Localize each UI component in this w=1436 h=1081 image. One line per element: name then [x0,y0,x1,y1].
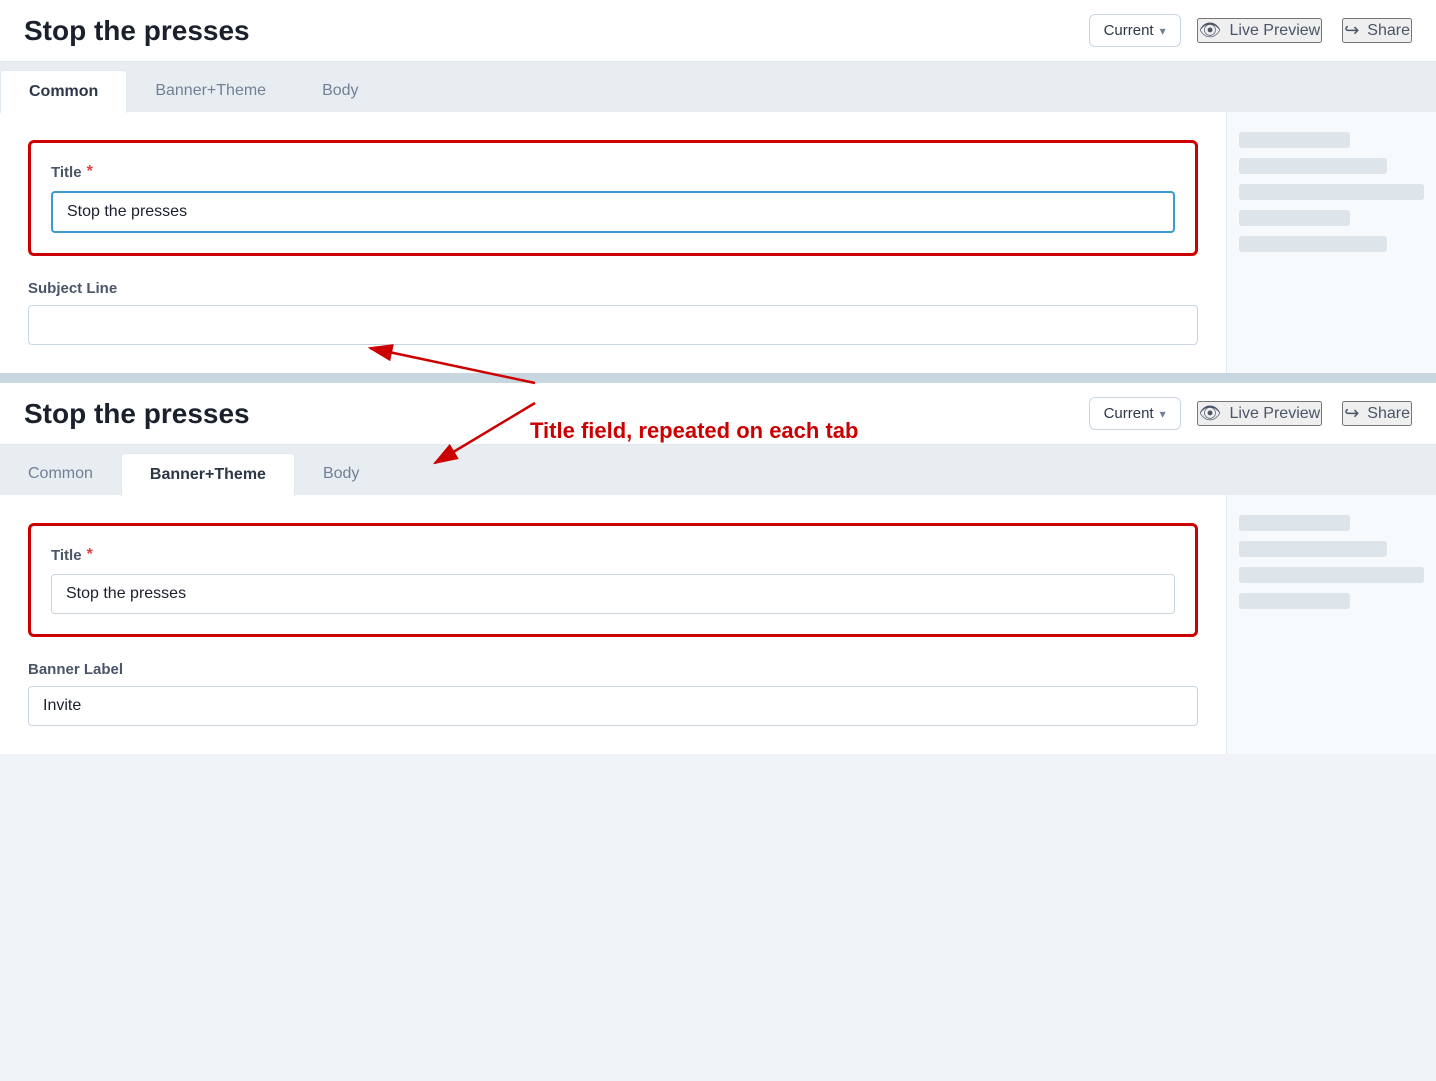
bottom-chevron-icon: ▾ [1160,407,1166,421]
title-label-top: Title * [51,163,1175,181]
bottom-live-preview-button[interactable]: 👁 Live Preview [1197,401,1323,426]
header-actions: 👁 Live Preview ↪ Share [1197,18,1412,43]
bottom-header-actions: 👁 Live Preview ↪ Share [1197,401,1412,426]
bottom-panel-body: Title * Banner Label [0,495,1436,754]
bottom-version-label: Current [1104,405,1154,422]
title-field-box-top: Title * [28,140,1198,256]
required-star-bottom: * [87,546,93,564]
subject-line-input[interactable] [28,305,1198,345]
bottom-sidebar-stub-3 [1239,567,1424,583]
sidebar-stub-5 [1239,236,1387,252]
top-panel-header: Stop the presses Current ▾ 👁 Live Previe… [0,0,1436,62]
title-input-bottom[interactable] [51,574,1175,614]
bottom-sidebar-stub-4 [1239,593,1350,609]
page-title: Stop the presses [24,15,1073,47]
sidebar-stub-2 [1239,158,1387,174]
tab-banner-theme-bottom[interactable]: Banner+Theme [121,453,295,496]
bottom-panel-content: Title * Banner Label [0,495,1226,754]
top-panel-body: Title * Subject Line [0,112,1436,373]
title-label-bottom: Title * [51,546,1175,564]
bottom-right-sidebar [1226,495,1436,754]
subject-line-section: Subject Line [28,280,1198,345]
subject-line-label: Subject Line [28,280,1198,297]
tab-common-bottom[interactable]: Common [0,453,121,495]
bottom-panel-header: Stop the presses Current ▾ 👁 Live Previe… [0,383,1436,445]
required-star-top: * [87,163,93,181]
panel-divider [0,373,1436,383]
bottom-panel-tabs: Common Banner+Theme Body [0,445,1436,495]
top-right-sidebar [1226,112,1436,373]
sidebar-stub-1 [1239,132,1350,148]
bottom-page-title: Stop the presses [24,398,1073,430]
top-panel-content: Title * Subject Line [0,112,1226,373]
bottom-sidebar-stub-2 [1239,541,1387,557]
bottom-share-icon: ↪ [1344,403,1359,424]
share-button[interactable]: ↪ Share [1342,18,1412,43]
bottom-share-button[interactable]: ↪ Share [1342,401,1412,426]
bottom-sidebar-stub-1 [1239,515,1350,531]
sidebar-stub-3 [1239,184,1424,200]
tab-body-top[interactable]: Body [294,70,386,112]
version-dropdown[interactable]: Current ▾ [1089,14,1181,47]
version-label: Current [1104,22,1154,39]
bottom-eye-icon: 👁 [1199,403,1222,424]
title-input-top[interactable] [51,191,1175,233]
banner-label-label: Banner Label [28,661,1198,678]
bottom-share-label: Share [1367,405,1410,423]
bottom-panel: Stop the presses Current ▾ 👁 Live Previe… [0,383,1436,754]
live-preview-button[interactable]: 👁 Live Preview [1197,18,1323,43]
tab-banner-theme-top[interactable]: Banner+Theme [127,70,294,112]
share-icon: ↪ [1344,20,1359,41]
banner-label-input[interactable] [28,686,1198,726]
share-label: Share [1367,22,1410,40]
title-field-box-bottom: Title * [28,523,1198,637]
eye-icon: 👁 [1199,20,1222,41]
bottom-version-dropdown[interactable]: Current ▾ [1089,397,1181,430]
sidebar-stub-4 [1239,210,1350,226]
bottom-live-preview-label: Live Preview [1230,405,1321,423]
tab-common-top[interactable]: Common [0,70,127,113]
banner-label-section: Banner Label [28,661,1198,726]
top-panel: Stop the presses Current ▾ 👁 Live Previe… [0,0,1436,373]
chevron-down-icon: ▾ [1160,24,1166,38]
live-preview-label: Live Preview [1230,22,1321,40]
tab-body-bottom[interactable]: Body [295,453,387,495]
top-panel-tabs: Common Banner+Theme Body [0,62,1436,112]
